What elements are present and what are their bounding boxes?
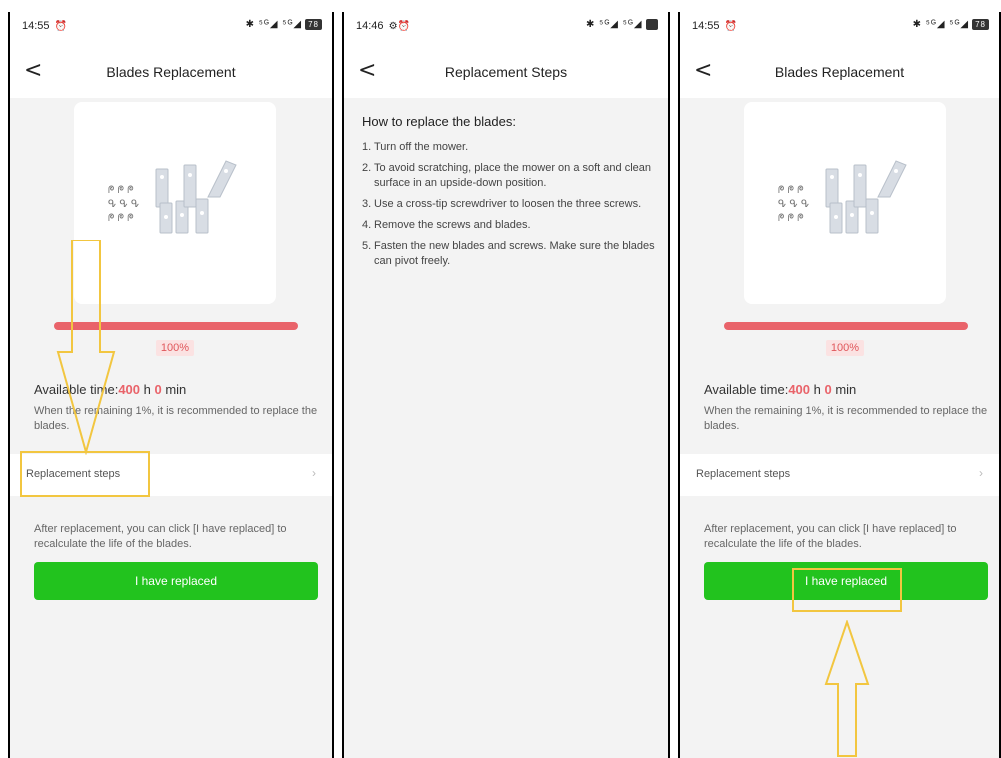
- svg-text:ᖘ ᖘ ᖘ: ᖘ ᖘ ᖘ: [778, 213, 804, 224]
- status-bar: 14:55 ⏰ ✱ ⁵ᴳ◢ ⁵ᴳ◢ 78: [10, 10, 332, 46]
- screen-replacement-steps: 14:46 ⚙⏰ ✱ ⁵ᴳ◢ ⁵ᴳ◢ < Replacement Steps H…: [342, 10, 670, 758]
- minutes-unit: min: [161, 382, 187, 397]
- alarm-clock-icon: ⏰: [724, 21, 738, 32]
- screen-blades-replacement-2: 14:55 ⏰ ✱ ⁵ᴳ◢ ⁵ᴳ◢ 78 < Blades Replacement…: [678, 10, 1001, 758]
- svg-text:ᕴ ᕴ ᕴ: ᕴ ᕴ ᕴ: [108, 199, 139, 210]
- alarm-clock-icon: ⚙⏰: [388, 21, 411, 32]
- blade-life-percent-badge: 100%: [826, 340, 864, 356]
- blades-and-screws-illustration: ᖘ ᖘ ᖘ ᕴ ᕴ ᕴ ᖘ ᖘ ᖘ: [108, 160, 237, 234]
- step-item: 2. To avoid scratching, place the mower o…: [362, 161, 662, 191]
- after-replacement-note: After replacement, you can click [I have…: [34, 523, 287, 550]
- svg-text:ᖘ ᖘ ᖘ: ᖘ ᖘ ᖘ: [108, 185, 134, 196]
- signal-icons: ✱ ⁵ᴳ◢ ⁵ᴳ◢: [912, 19, 970, 30]
- battery-icon: [645, 19, 658, 30]
- system-icons: ✱ ⁵ᴳ◢ ⁵ᴳ◢ 78: [913, 19, 989, 30]
- nav-bar: < Blades Replacement: [680, 46, 999, 98]
- page-title: Blades Replacement: [106, 64, 236, 80]
- step-text: Fasten the new blades and screws. Make s…: [374, 240, 655, 267]
- svg-text:ᕴ ᕴ ᕴ: ᕴ ᕴ ᕴ: [778, 199, 809, 210]
- battery-icon: 78: [972, 19, 989, 30]
- after-replacement-note: After replacement, you can click [I have…: [704, 523, 957, 550]
- svg-text:ᖘ ᖘ ᖘ: ᖘ ᖘ ᖘ: [778, 185, 804, 196]
- available-hours: 400: [788, 382, 811, 397]
- step-number: 1.: [362, 141, 372, 153]
- step-number: 2.: [362, 162, 372, 174]
- i-have-replaced-button[interactable]: I have replaced: [704, 562, 988, 600]
- annotation-up-arrow: [824, 620, 870, 757]
- step-number: 5.: [362, 240, 372, 252]
- blades-image-card: ᖘ ᖘ ᖘ ᕴ ᕴ ᕴ ᖘ ᖘ ᖘ: [744, 102, 946, 304]
- step-item: 5. Fasten the new blades and screws. Make…: [362, 239, 662, 269]
- status-bar: 14:46 ⚙⏰ ✱ ⁵ᴳ◢ ⁵ᴳ◢: [344, 10, 668, 46]
- steps-list: 1. Turn off the mower. 2. To avoid scratchi…: [362, 140, 662, 275]
- chevron-right-icon: ›: [312, 466, 316, 480]
- signal-icons: ✱ ⁵ᴳ◢ ⁵ᴳ◢: [586, 19, 643, 30]
- status-time: 14:46 ⚙⏰: [356, 20, 411, 32]
- available-time-label: Available time:: [34, 382, 119, 397]
- available-time: Available time:400 h 0 min: [704, 382, 856, 397]
- available-time-label: Available time:: [704, 382, 789, 397]
- step-text: Use a cross-tip screwdriver to loosen th…: [374, 198, 642, 210]
- top-banner-strip: [0, 0, 1001, 12]
- nav-bar: < Blades Replacement: [10, 46, 332, 98]
- blade-life-progress-bar: [724, 322, 968, 330]
- page-title: Blades Replacement: [774, 64, 905, 80]
- replacement-recommendation-note: When the remaining 1%, it is recommended…: [34, 405, 318, 432]
- svg-text:ᖘ ᖘ ᖘ: ᖘ ᖘ ᖘ: [108, 213, 134, 224]
- howto-title: How to replace the blades:: [362, 114, 516, 129]
- replacement-steps-label: Replacement steps: [696, 468, 791, 480]
- step-number: 4.: [362, 219, 372, 231]
- battery-icon: 78: [305, 19, 322, 30]
- system-icons: ✱ ⁵ᴳ◢ ⁵ᴳ◢ 78: [246, 19, 322, 30]
- step-item: 3. Use a cross-tip screwdriver to loosen …: [362, 197, 662, 212]
- hours-unit: h: [810, 382, 825, 397]
- replacement-steps-label: Replacement steps: [26, 468, 121, 480]
- step-item: 1. Turn off the mower.: [362, 140, 662, 155]
- status-time: 14:55 ⏰: [22, 20, 68, 32]
- step-number: 3.: [362, 198, 372, 210]
- page-title: Replacement Steps: [444, 64, 568, 80]
- available-hours: 400: [118, 382, 141, 397]
- replacement-steps-row[interactable]: Replacement steps ›: [680, 454, 999, 496]
- available-minutes: 0: [824, 382, 832, 397]
- step-item: 4. Remove the screws and blades.: [362, 218, 662, 233]
- hours-unit: h: [140, 382, 155, 397]
- minutes-unit: min: [831, 382, 857, 397]
- status-bar: 14:55 ⏰ ✱ ⁵ᴳ◢ ⁵ᴳ◢ 78: [680, 10, 999, 46]
- step-text: To avoid scratching, place the mower on …: [374, 162, 651, 189]
- blade-life-progress-bar: [54, 322, 298, 330]
- step-text: Turn off the mower.: [374, 141, 469, 153]
- available-time: Available time:400 h 0 min: [34, 382, 186, 397]
- blades-image-card: ᖘ ᖘ ᖘ ᕴ ᕴ ᕴ ᖘ ᖘ ᖘ: [74, 102, 276, 304]
- blade-life-percent-badge: 100%: [156, 340, 194, 356]
- system-icons: ✱ ⁵ᴳ◢ ⁵ᴳ◢: [586, 19, 658, 30]
- alarm-clock-icon: ⏰: [54, 21, 68, 32]
- replacement-steps-row[interactable]: Replacement steps ›: [10, 454, 332, 496]
- replacement-recommendation-note: When the remaining 1%, it is recommended…: [704, 405, 988, 432]
- chevron-right-icon: ›: [979, 466, 983, 480]
- available-minutes: 0: [154, 382, 162, 397]
- screen-blades-replacement-1: 14:55 ⏰ ✱ ⁵ᴳ◢ ⁵ᴳ◢ 78 < Blades Replacement…: [8, 10, 334, 758]
- status-time: 14:55 ⏰: [692, 20, 738, 32]
- i-have-replaced-button[interactable]: I have replaced: [34, 562, 318, 600]
- signal-icons: ✱ ⁵ᴳ◢ ⁵ᴳ◢: [245, 19, 303, 30]
- nav-bar: < Replacement Steps: [344, 46, 668, 98]
- blades-and-screws-illustration: ᖘ ᖘ ᖘ ᕴ ᕴ ᕴ ᖘ ᖘ ᖘ: [778, 160, 907, 234]
- step-text: Remove the screws and blades.: [374, 219, 531, 231]
